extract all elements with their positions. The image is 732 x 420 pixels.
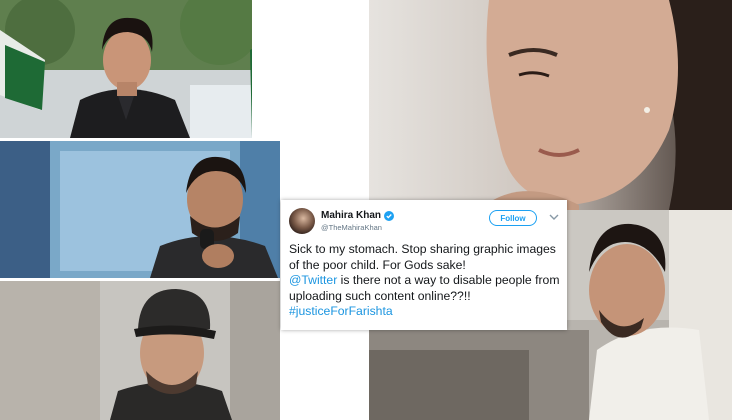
chevron-down-icon[interactable] [549, 213, 559, 221]
follow-button[interactable]: Follow [489, 210, 537, 226]
twitter-mention-link[interactable]: @Twitter [289, 273, 337, 287]
tweet-text-part-1: Sick to my stomach. Stop sharing graphic… [289, 242, 556, 272]
tweet-author-handle[interactable]: @TheMahiraKhan [321, 223, 382, 232]
avatar[interactable] [289, 208, 315, 234]
tweet-author-name[interactable]: Mahira Khan [321, 210, 381, 221]
photo-man-in-suit [0, 0, 252, 138]
tweet-text: Sick to my stomach. Stop sharing graphic… [289, 242, 564, 320]
tweet-card: Mahira Khan @TheMahiraKhan Follow Sick t… [281, 200, 567, 330]
tweet-author[interactable]: Mahira Khan [321, 210, 395, 221]
hashtag-link[interactable]: #justiceForFarishta [289, 304, 393, 318]
photo-man-with-microphone [0, 141, 280, 278]
photo-man-in-cap [0, 281, 280, 420]
photo-woman-closeup [369, 0, 732, 210]
verified-badge-icon [384, 210, 395, 221]
